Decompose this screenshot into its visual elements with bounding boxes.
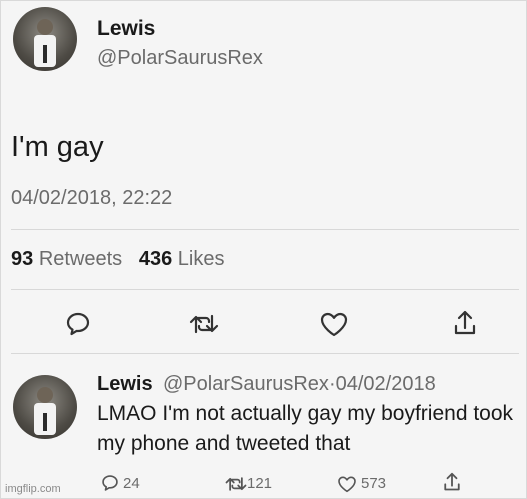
like-icon[interactable] xyxy=(319,311,349,337)
share-icon[interactable] xyxy=(443,471,461,493)
like-count: 573 xyxy=(361,475,387,492)
tweet-stats: 93 Retweets 436 Likes xyxy=(11,248,225,271)
reply-meta: @PolarSaurusRex·04/02/2018 xyxy=(163,373,436,396)
reply-text: LMAO I'm not actually gay my boyfriend t… xyxy=(97,402,514,455)
reply-date[interactable]: 04/02/2018 xyxy=(336,373,436,395)
reply-icon[interactable] xyxy=(101,474,119,492)
reply-author-handle[interactable]: @PolarSaurusRex xyxy=(163,373,329,395)
author-name[interactable]: Lewis xyxy=(97,17,155,41)
tweet-timestamp[interactable]: 04/02/2018, 22:22 xyxy=(11,187,172,210)
reply-avatar[interactable] xyxy=(13,375,77,439)
retweets-label[interactable]: Retweets xyxy=(39,248,122,270)
retweet-count: 121 xyxy=(247,475,273,492)
divider xyxy=(11,353,519,354)
tweet-screenshot: Lewis @PolarSaurusRex I'm gay 04/02/2018… xyxy=(0,0,527,499)
avatar[interactable] xyxy=(13,7,77,71)
author-handle[interactable]: @PolarSaurusRex xyxy=(97,47,263,70)
reply-icon[interactable] xyxy=(65,311,91,337)
likes-label[interactable]: Likes xyxy=(178,248,225,270)
reply-count: 24 xyxy=(123,475,140,492)
retweet-icon[interactable] xyxy=(225,475,247,493)
retweet-icon[interactable] xyxy=(189,312,219,336)
like-icon[interactable] xyxy=(337,475,357,493)
retweets-count[interactable]: 93 xyxy=(11,248,33,270)
watermark: imgflip.com xyxy=(5,483,61,495)
reply-author-name[interactable]: Lewis xyxy=(97,373,153,396)
likes-count[interactable]: 436 xyxy=(139,248,172,270)
divider xyxy=(11,229,519,230)
divider xyxy=(11,289,519,290)
share-icon[interactable] xyxy=(453,309,477,337)
separator-dot: · xyxy=(328,373,336,395)
tweet-text: I'm gay xyxy=(11,131,104,163)
